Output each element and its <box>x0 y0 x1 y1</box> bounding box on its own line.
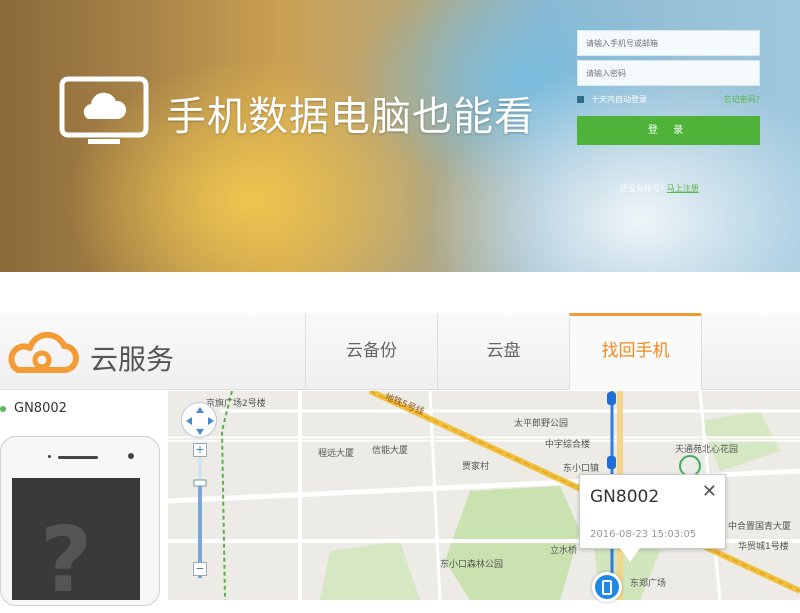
login-form: 十天内自动登录 忘记密码? 登 录 <box>577 30 760 145</box>
tab-cloud-disk[interactable]: 云盘 <box>437 313 569 390</box>
account-input[interactable] <box>577 30 760 56</box>
phone-glyph-icon <box>602 580 612 595</box>
popup-timestamp: 2016-08-23 15:03:05 <box>590 529 697 540</box>
monitor-cloud-icon <box>59 76 149 144</box>
popup-device-name: GN8002 <box>590 487 660 507</box>
phone-camera <box>128 453 134 459</box>
location-popup: GN8002 ✕ 2016-08-23 15:03:05 <box>579 474 726 549</box>
login-button[interactable]: 登 录 <box>577 116 760 145</box>
popup-pointer <box>620 548 640 562</box>
zoom-slider[interactable] <box>193 442 207 578</box>
cloud-logo-icon <box>8 331 79 373</box>
phone-speaker <box>58 456 98 459</box>
tab-cloud-backup[interactable]: 云备份 <box>305 313 437 390</box>
map-label: 信能大厦 <box>372 446 409 456</box>
map-label: 贾家村 <box>462 462 490 472</box>
forgot-password-link[interactable]: 忘记密码? <box>724 94 760 105</box>
map-label: 东小口镇 <box>563 464 600 474</box>
map-label: 天通苑北心花园 <box>675 445 739 455</box>
remember-label: 十天内自动登录 <box>591 95 647 104</box>
map-pan-control[interactable] <box>181 402 217 438</box>
map-label: 东小口森林公园 <box>440 560 504 570</box>
map-label: 中宇综合楼 <box>545 440 591 450</box>
close-icon[interactable]: ✕ <box>702 481 717 502</box>
map-label: 东郑广场 <box>630 579 667 589</box>
tab-find-phone[interactable]: 找回手机 <box>569 313 701 390</box>
metro-station-icon <box>607 456 616 469</box>
map-label: 太平郎野公园 <box>514 419 569 429</box>
zoom-in-button[interactable]: + <box>193 443 207 457</box>
unknown-question-icon: ? <box>40 508 93 613</box>
pan-arrows-icon <box>186 407 214 435</box>
hero-banner: 手机数据电脑也能看 十天内自动登录 忘记密码? 登 录 还没有账号? 马上注册 <box>0 0 800 272</box>
metro-station-icon <box>607 392 616 405</box>
hero-title: 手机数据电脑也能看 <box>166 94 535 140</box>
brand-name: 云服务 <box>90 343 175 376</box>
map-label: 华贸城1号楼 <box>738 542 789 552</box>
nav-divider <box>701 313 702 390</box>
password-input[interactable] <box>577 60 760 86</box>
device-name: GN8002 <box>14 401 67 416</box>
phone-sensor <box>48 455 51 458</box>
register-prefix: 还没有账号? <box>620 184 665 193</box>
remember-checkbox[interactable] <box>577 96 584 103</box>
online-status-dot <box>0 406 6 412</box>
register-link[interactable]: 马上注册 <box>667 184 699 193</box>
map-label: 程远大厦 <box>318 449 355 459</box>
zoom-out-button[interactable]: − <box>193 562 207 576</box>
map-label: 中合置国青大厦 <box>728 522 792 532</box>
map-label: 立水桥 <box>550 546 578 556</box>
register-row: 还没有账号? 马上注册 <box>620 183 699 194</box>
login-options: 十天内自动登录 忘记密码? <box>577 92 760 110</box>
